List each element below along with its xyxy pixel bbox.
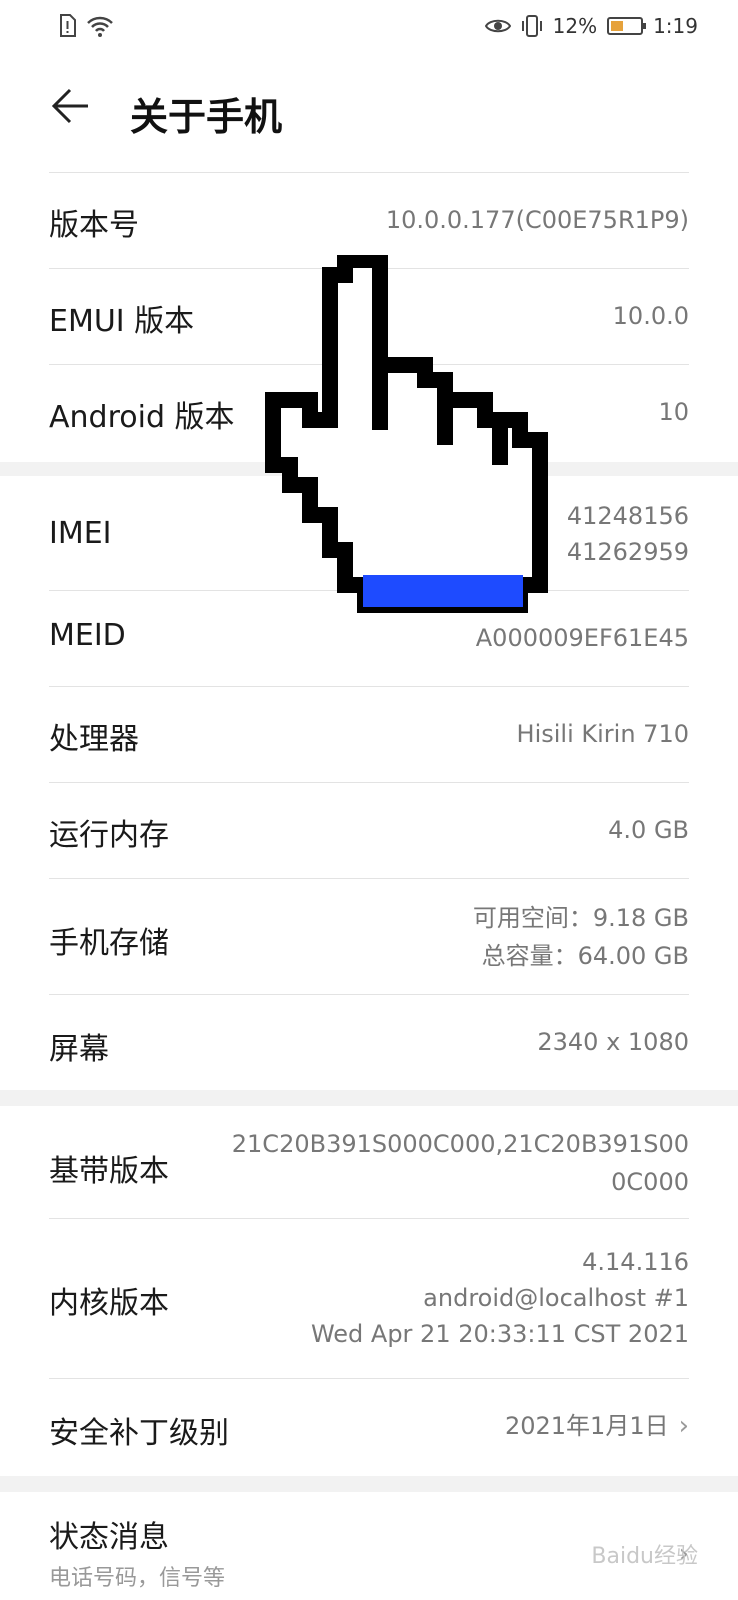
row-build-number[interactable]: 版本号 10.0.0.177(C00E75R1P9) (49, 172, 689, 268)
wifi-icon (87, 16, 113, 37)
row-value: 4.14.116 (582, 1248, 689, 1276)
row-value: 10.0.0.177(C00E75R1P9) (385, 206, 689, 234)
row-label: 屏幕 (49, 1032, 109, 1067)
back-arrow-icon (51, 88, 88, 124)
row-value: Hisili Kirin 710 (516, 720, 689, 748)
cursor-cuff (363, 575, 523, 607)
sim-alert-icon (60, 14, 76, 37)
row-screen[interactable]: 屏幕 2340 x 1080 (49, 994, 689, 1090)
clock: 1:19 (653, 14, 698, 38)
battery-icon (607, 17, 647, 35)
chevron-right-icon: › (678, 1411, 689, 1441)
row-label: 版本号 (49, 208, 139, 243)
row-label: 基带版本 (49, 1154, 169, 1189)
row-value: 10 (658, 398, 689, 426)
vibrate-icon (521, 15, 542, 37)
row-value: android@localhost #1 (423, 1284, 689, 1312)
row-value: 41262959 (566, 538, 689, 566)
status-bar: 12% 1:19 (0, 0, 738, 56)
battery-percent: 12% (552, 14, 598, 38)
page-title: 关于手机 (130, 95, 283, 139)
row-value: 41248156 (566, 502, 689, 530)
row-value: 21C20B391S000C000,21C20B391S00 (231, 1130, 689, 1158)
row-value: 可用空间：9.18 GB (472, 904, 689, 932)
hand-pointer-icon (265, 255, 548, 613)
row-value: 0C000 (611, 1168, 689, 1196)
section-software: 基带版本 21C20B391S000C000,21C20B391S00 0C00… (0, 1106, 738, 1476)
row-label: 处理器 (49, 722, 139, 757)
row-baseband[interactable]: 基带版本 21C20B391S000C000,21C20B391S00 0C00… (49, 1106, 689, 1218)
row-security-patch[interactable]: 安全补丁级别 2021年1月1日 › (49, 1378, 689, 1474)
row-value: 总容量：64.00 GB (481, 942, 689, 970)
row-kernel[interactable]: 内核版本 4.14.116 android@localhost #1 Wed A… (49, 1218, 689, 1378)
row-ram[interactable]: 运行内存 4.0 GB (49, 782, 689, 878)
row-value-text: 2021年1月1日 (504, 1412, 669, 1440)
row-storage[interactable]: 手机存储 可用空间：9.18 GB 总容量：64.00 GB (49, 878, 689, 994)
row-label: EMUI 版本 (49, 304, 195, 339)
row-value: 4.0 GB (608, 816, 689, 844)
row-label: IMEI (49, 516, 112, 551)
row-label: 内核版本 (49, 1286, 169, 1321)
baidu-watermark: Baidu经验 (591, 1544, 698, 1569)
row-label: 手机存储 (49, 926, 169, 961)
row-label: 状态消息 (49, 1520, 169, 1555)
row-value: 2021年1月1日 › (505, 1408, 689, 1444)
row-value: 2340 x 1080 (537, 1028, 689, 1056)
row-value: Wed Apr 21 20:33:11 CST 2021 (310, 1320, 689, 1348)
eye-comfort-icon (484, 19, 511, 33)
row-label: 安全补丁级别 (49, 1416, 229, 1451)
status-icons-left (58, 14, 114, 38)
app-header: 关于手机 (0, 56, 738, 172)
back-button[interactable] (48, 84, 96, 140)
row-value: 10.0.0 (612, 302, 689, 330)
row-label: 运行内存 (49, 818, 169, 853)
row-sublabel: 电话号码，信号等 (49, 1566, 226, 1591)
row-processor[interactable]: 处理器 Hisili Kirin 710 (49, 686, 689, 782)
status-icons-right: 12% 1:19 (484, 14, 698, 38)
row-label: Android 版本 (49, 400, 235, 435)
row-label: MEID (49, 618, 126, 653)
